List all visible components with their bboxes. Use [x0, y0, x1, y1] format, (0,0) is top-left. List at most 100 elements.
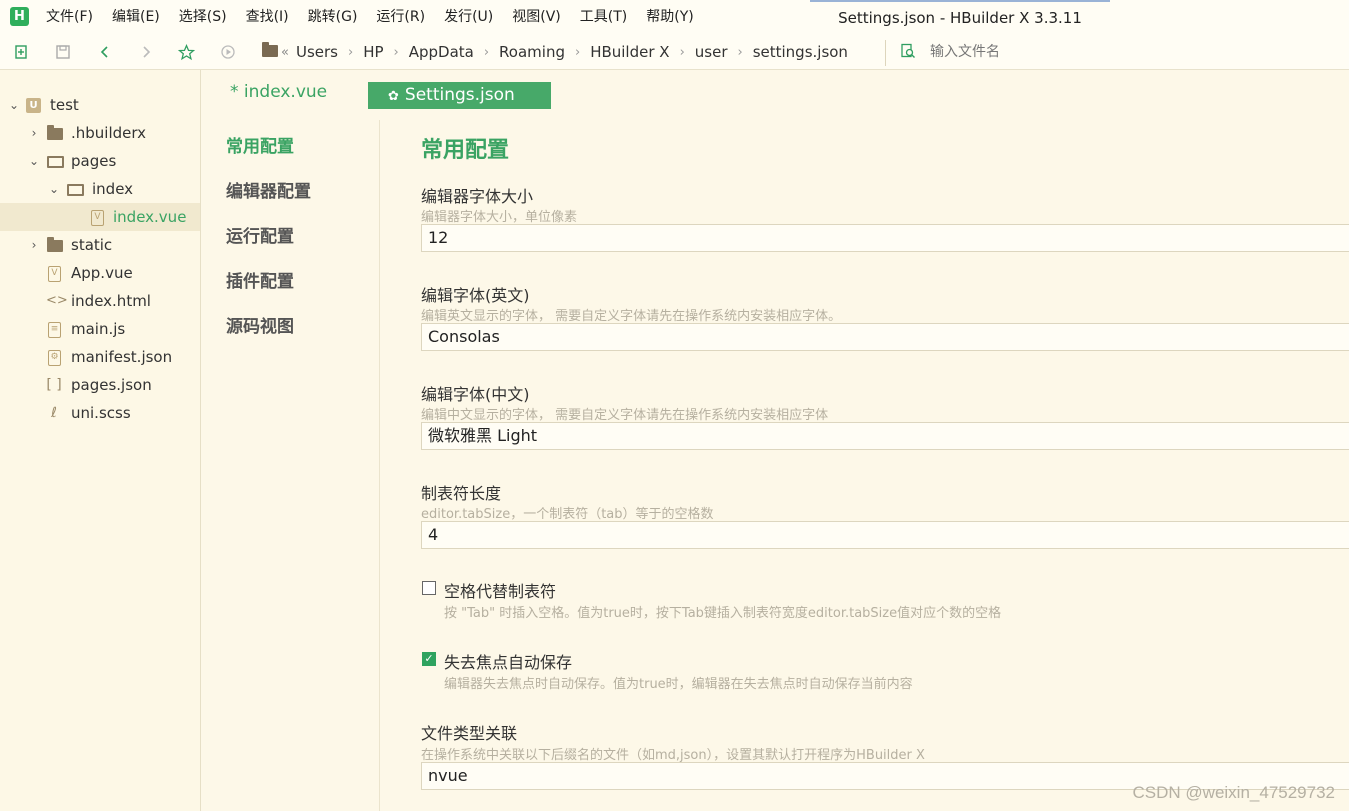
tab-label: Settings.json [404, 85, 515, 105]
tree-item[interactable]: ⌄ pages [0, 147, 200, 175]
file-search-icon [900, 43, 916, 59]
html-file-icon: <> [46, 293, 68, 308]
project-sidebar: ⌄ U test › .hbuilderx ⌄ pages ⌄ index V … [0, 70, 201, 811]
field-desc: editor.tabSize，一个制表符（tab）等于的空格数 [421, 507, 714, 522]
tree-label: index [92, 180, 134, 198]
tree-project[interactable]: ⌄ U test [0, 91, 200, 119]
app-logo-icon: H [10, 7, 29, 26]
breadcrumb-item[interactable]: Roaming [499, 43, 565, 61]
watermark: CSDN @weixin_47529732 [1132, 783, 1335, 802]
json-file-icon: [ ] [46, 377, 62, 393]
font-zh-input[interactable]: 微软雅黑 Light [421, 422, 1349, 450]
checkbox-desc: 按 "Tab" 时插入空格。值为true时，按下Tab键插入制表符宽度edito… [444, 606, 1002, 621]
menu-tools[interactable]: 工具(T) [580, 0, 627, 34]
breadcrumb-item[interactable]: AppData [409, 43, 474, 61]
field-label: 编辑器字体大小 [421, 187, 534, 206]
tree-label: static [71, 236, 113, 254]
settings-nav: 常用配置 编辑器配置 运行配置 插件配置 源码视图 [202, 120, 380, 811]
nav-source[interactable]: 源码视图 [226, 312, 294, 337]
tree-item[interactable]: › static [0, 231, 200, 259]
field-desc: 编辑中文显示的字体， 需要自定义字体请先在操作系统内安装相应字体 [421, 408, 829, 423]
menu-publish[interactable]: 发行(U) [444, 0, 493, 34]
field-desc: 在操作系统中关联以下后缀名的文件（如md,json），设置其默认打开程序为HBu… [421, 748, 925, 763]
font-size-input[interactable]: 12 [421, 224, 1349, 252]
window-title: Settings.json - HBuilder X 3.3.11 [810, 0, 1110, 34]
tree-label: uni.scss [71, 404, 131, 422]
autosave-checkbox[interactable]: ✓ [422, 652, 436, 666]
star-icon[interactable] [176, 42, 196, 62]
menu-bar: 文件(F) 编辑(E) 选择(S) 查找(I) 跳转(G) 运行(R) 发行(U… [46, 0, 713, 34]
vue-file-icon: V [48, 266, 61, 282]
tree-item[interactable]: ⌄ index [0, 175, 200, 203]
breadcrumb-item[interactable]: Users [296, 43, 338, 61]
new-file-icon[interactable] [11, 42, 31, 62]
folder-icon [47, 237, 63, 252]
nav-plugins[interactable]: 插件配置 [226, 267, 294, 292]
chevron-right-icon: › [737, 44, 743, 60]
back-icon[interactable] [95, 42, 115, 62]
title-bar: H 文件(F) 编辑(E) 选择(S) 查找(I) 跳转(G) 运行(R) 发行… [0, 0, 1349, 34]
menu-select[interactable]: 选择(S) [179, 0, 227, 34]
manifest-file-icon: ⚙ [48, 350, 61, 366]
field-label: 编辑字体(中文) [421, 385, 530, 404]
chevron-down-icon[interactable]: ⌄ [28, 147, 40, 175]
editor-tabs: * index.vue ✿ Settings.json [202, 70, 1349, 112]
file-search-input[interactable] [922, 40, 1342, 64]
field-label: 制表符长度 [421, 484, 502, 503]
tree-item[interactable]: › .hbuilderx [0, 119, 200, 147]
forward-icon[interactable] [136, 42, 156, 62]
tree-item[interactable]: <> index.html [0, 287, 200, 315]
tree-label: index.html [71, 292, 151, 310]
nav-general[interactable]: 常用配置 [226, 132, 294, 157]
insert-spaces-checkbox[interactable] [422, 581, 436, 595]
menu-file[interactable]: 文件(F) [46, 0, 93, 34]
chevron-right-icon[interactable]: › [28, 119, 40, 147]
save-icon[interactable] [53, 42, 73, 62]
field-desc: 编辑器字体大小，单位像素 [421, 210, 578, 225]
tab-size-input[interactable]: 4 [421, 521, 1349, 549]
tree-item[interactable]: V App.vue [0, 259, 200, 287]
field-label: 文件类型关联 [421, 724, 518, 743]
tab-settings-json[interactable]: ✿ Settings.json [368, 82, 551, 109]
menu-help[interactable]: 帮助(Y) [646, 0, 693, 34]
vue-file-icon: V [91, 210, 104, 226]
breadcrumb-item[interactable]: settings.json [753, 43, 848, 61]
font-en-input[interactable]: Consolas [421, 323, 1349, 351]
nav-run[interactable]: 运行配置 [226, 222, 294, 247]
folder-open-icon [67, 184, 84, 196]
menu-view[interactable]: 视图(V) [512, 0, 561, 34]
settings-content: 常用配置 编辑器字体大小 编辑器字体大小，单位像素 12 编辑字体(英文) 编辑… [381, 120, 1349, 811]
tree-label: index.vue [113, 208, 187, 226]
tree-label: manifest.json [71, 348, 173, 366]
chevron-right-icon: › [393, 44, 399, 60]
folder-icon [47, 125, 63, 140]
breadcrumb-item[interactable]: HP [363, 43, 383, 61]
tree-item-selected[interactable]: V index.vue [0, 203, 200, 231]
menu-edit[interactable]: 编辑(E) [112, 0, 160, 34]
tree-label: main.js [71, 320, 126, 338]
tree-label: .hbuilderx [71, 124, 147, 142]
chevron-right-icon: › [347, 44, 354, 60]
menu-goto[interactable]: 跳转(G) [308, 0, 358, 34]
nav-editor[interactable]: 编辑器配置 [226, 177, 311, 202]
tree-label: test [50, 96, 79, 114]
tree-item[interactable]: [ ] pages.json [0, 371, 200, 399]
tab-index-vue[interactable]: * index.vue [230, 82, 327, 102]
run-icon[interactable] [218, 42, 238, 62]
chevron-down-icon[interactable]: ⌄ [48, 175, 60, 203]
menu-run[interactable]: 运行(R) [376, 0, 425, 34]
tree-item[interactable]: ⚙ manifest.json [0, 343, 200, 371]
tree-item[interactable]: ≡ main.js [0, 315, 200, 343]
menu-find[interactable]: 查找(I) [246, 0, 289, 34]
tree-item[interactable]: ℓ uni.scss [0, 399, 200, 427]
breadcrumb-item[interactable]: HBuilder X [590, 43, 669, 61]
chevron-right-icon: › [483, 44, 490, 60]
js-file-icon: ≡ [48, 322, 61, 338]
checkbox-desc: 编辑器失去焦点时自动保存。值为true时，编辑器在失去焦点时自动保存当前内容 [444, 677, 913, 692]
chevron-right-icon[interactable]: › [28, 231, 40, 259]
breadcrumb-item[interactable]: user [695, 43, 728, 61]
scss-file-icon: ℓ [51, 405, 57, 421]
breadcrumb-overflow[interactable]: « [281, 45, 289, 60]
gear-icon: ✿ [388, 89, 399, 104]
chevron-down-icon[interactable]: ⌄ [8, 91, 20, 119]
